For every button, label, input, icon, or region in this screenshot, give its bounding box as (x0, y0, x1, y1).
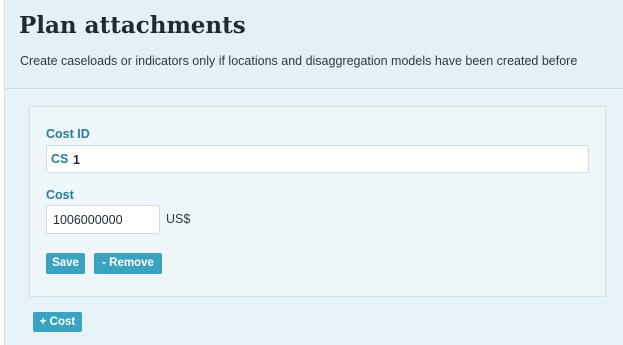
page-title: Plan attachments (19, 12, 246, 39)
save-button[interactable]: Save (46, 253, 85, 274)
cost-label: Cost (46, 188, 74, 202)
cost-id-label: Cost ID (46, 127, 90, 141)
page-subtitle: Create caseloads or indicators only if l… (20, 54, 578, 68)
add-cost-button[interactable]: + Cost (33, 312, 82, 332)
cost-id-input[interactable] (73, 151, 573, 169)
remove-button[interactable]: - Remove (94, 253, 162, 274)
cost-id-field[interactable]: CS (46, 145, 589, 173)
panel-header: Plan attachments Create caseloads or ind… (5, 0, 623, 89)
cost-amount-input[interactable] (46, 205, 160, 234)
page: Plan attachments Create caseloads or ind… (0, 0, 623, 345)
currency-label: US$ (166, 212, 191, 226)
cost-id-prefix: CS (51, 152, 69, 166)
